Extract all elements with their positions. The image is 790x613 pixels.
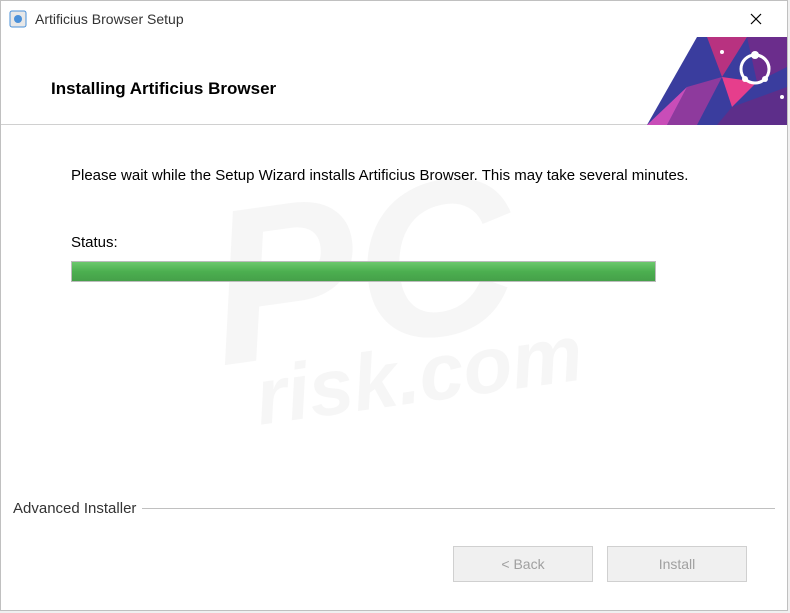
instruction-text: Please wait while the Setup Wizard insta… [71,165,717,186]
footer: Advanced Installer < Back Install [1,500,787,610]
progress-fill [72,262,655,281]
back-button[interactable]: < Back [453,546,593,582]
close-button[interactable] [733,3,779,35]
divider-line [142,508,775,509]
button-row: < Back Install [453,546,747,582]
app-icon [9,10,27,28]
status-label: Status: [71,234,717,251]
install-button[interactable]: Install [607,546,747,582]
watermark-domain: risk.com [250,306,589,443]
installer-brand: Advanced Installer [13,500,136,517]
header-banner: Installing Artificius Browser [1,37,787,125]
titlebar: Artificius Browser Setup [1,1,787,37]
progress-bar [71,261,656,282]
installer-window: Artificius Browser Setup Installing Arti… [0,0,788,611]
window-title: Artificius Browser Setup [35,11,733,27]
header-graphic [637,37,787,125]
content-area: Please wait while the Setup Wizard insta… [1,125,787,302]
page-title: Installing Artificius Browser [51,79,276,99]
installer-brand-row: Advanced Installer [13,500,775,517]
